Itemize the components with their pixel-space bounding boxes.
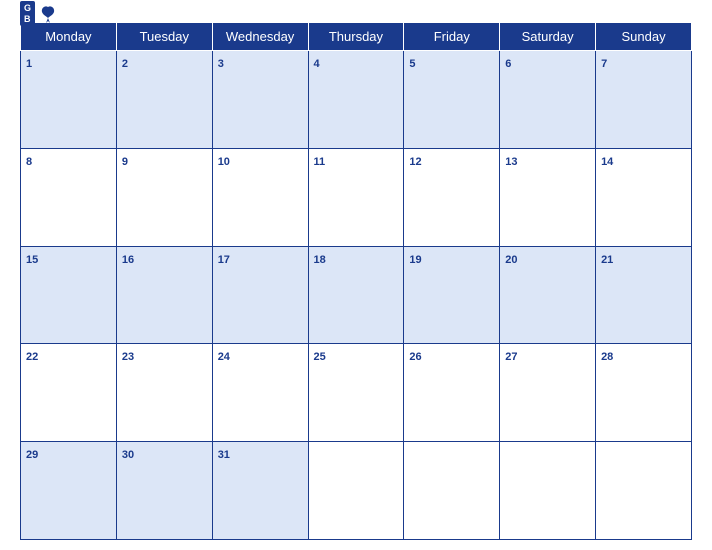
weekday-header-wednesday: Wednesday bbox=[212, 23, 308, 51]
calendar-cell: 9 bbox=[116, 148, 212, 246]
logo-box: GB bbox=[20, 1, 35, 27]
day-number: 11 bbox=[314, 156, 326, 168]
day-number: 26 bbox=[409, 351, 421, 363]
day-number: 27 bbox=[505, 351, 517, 363]
day-number: 17 bbox=[218, 254, 230, 266]
calendar-cell: 30 bbox=[116, 442, 212, 540]
day-number: 9 bbox=[122, 156, 128, 168]
day-number: 1 bbox=[26, 58, 32, 70]
calendar-cell: 12 bbox=[404, 148, 500, 246]
calendar-cell: 24 bbox=[212, 344, 308, 442]
day-number: 7 bbox=[601, 58, 607, 70]
calendar-week-row: 15 16 17 18 19 20 21 bbox=[21, 246, 692, 344]
calendar-cell: 10 bbox=[212, 148, 308, 246]
day-number: 20 bbox=[505, 254, 517, 266]
calendar-cell: 16 bbox=[116, 246, 212, 344]
day-number: 2 bbox=[122, 58, 128, 70]
calendar-cell: 13 bbox=[500, 148, 596, 246]
calendar-cell: 4 bbox=[308, 51, 404, 149]
weekday-header-tuesday: Tuesday bbox=[116, 23, 212, 51]
calendar-cell: 2 bbox=[116, 51, 212, 149]
calendar-cell: 18 bbox=[308, 246, 404, 344]
logo-bird-icon bbox=[37, 3, 59, 25]
day-number: 19 bbox=[409, 254, 421, 266]
day-number: 3 bbox=[218, 58, 224, 70]
calendar-cell: 21 bbox=[596, 246, 692, 344]
calendar-cell: 1 bbox=[21, 51, 117, 149]
day-number: 4 bbox=[314, 58, 320, 70]
day-number: 12 bbox=[409, 156, 421, 168]
day-number: 22 bbox=[26, 351, 38, 363]
day-number: 24 bbox=[218, 351, 230, 363]
calendar-cell: 15 bbox=[21, 246, 117, 344]
day-number: 6 bbox=[505, 58, 511, 70]
day-number: 14 bbox=[601, 156, 613, 168]
day-number: 8 bbox=[26, 156, 32, 168]
calendar-cell: 5 bbox=[404, 51, 500, 149]
calendar-cell bbox=[404, 442, 500, 540]
calendar-cell: 22 bbox=[21, 344, 117, 442]
calendar-cell: 8 bbox=[21, 148, 117, 246]
weekday-header-sunday: Sunday bbox=[596, 23, 692, 51]
calendar-cell: 7 bbox=[596, 51, 692, 149]
calendar-cell: 3 bbox=[212, 51, 308, 149]
calendar-cell: 20 bbox=[500, 246, 596, 344]
calendar-cell: 23 bbox=[116, 344, 212, 442]
day-number: 16 bbox=[122, 254, 134, 266]
weekday-header-row: MondayTuesdayWednesdayThursdayFridaySatu… bbox=[21, 23, 692, 51]
calendar-cell: 25 bbox=[308, 344, 404, 442]
day-number: 10 bbox=[218, 156, 230, 168]
calendar-cell: 19 bbox=[404, 246, 500, 344]
calendar-cell bbox=[596, 442, 692, 540]
calendar-header: GB bbox=[20, 10, 692, 18]
calendar-cell: 29 bbox=[21, 442, 117, 540]
calendar-cell: 31 bbox=[212, 442, 308, 540]
day-number: 31 bbox=[218, 449, 230, 461]
day-number: 30 bbox=[122, 449, 134, 461]
day-number: 13 bbox=[505, 156, 517, 168]
weekday-header-thursday: Thursday bbox=[308, 23, 404, 51]
calendar-cell: 6 bbox=[500, 51, 596, 149]
logo: GB bbox=[20, 1, 59, 28]
weekday-header-saturday: Saturday bbox=[500, 23, 596, 51]
day-number: 15 bbox=[26, 254, 38, 266]
calendar-cell: 26 bbox=[404, 344, 500, 442]
calendar-cell: 14 bbox=[596, 148, 692, 246]
day-number: 23 bbox=[122, 351, 134, 363]
calendar-cell: 27 bbox=[500, 344, 596, 442]
day-number: 21 bbox=[601, 254, 613, 266]
calendar-week-row: 8 9 10 11 12 13 14 bbox=[21, 148, 692, 246]
calendar-cell bbox=[500, 442, 596, 540]
calendar-cell: 28 bbox=[596, 344, 692, 442]
day-number: 25 bbox=[314, 351, 326, 363]
day-number: 5 bbox=[409, 58, 415, 70]
calendar-cell: 11 bbox=[308, 148, 404, 246]
day-number: 28 bbox=[601, 351, 613, 363]
calendar-week-row: 22 23 24 25 26 27 28 bbox=[21, 344, 692, 442]
calendar-week-row: 1 2 3 4 5 6 7 bbox=[21, 51, 692, 149]
calendar-table: MondayTuesdayWednesdayThursdayFridaySatu… bbox=[20, 22, 692, 540]
day-number: 29 bbox=[26, 449, 38, 461]
weekday-header-friday: Friday bbox=[404, 23, 500, 51]
calendar-week-row: 29 30 31 bbox=[21, 442, 692, 540]
calendar-cell bbox=[308, 442, 404, 540]
day-number: 18 bbox=[314, 254, 326, 266]
calendar-cell: 17 bbox=[212, 246, 308, 344]
